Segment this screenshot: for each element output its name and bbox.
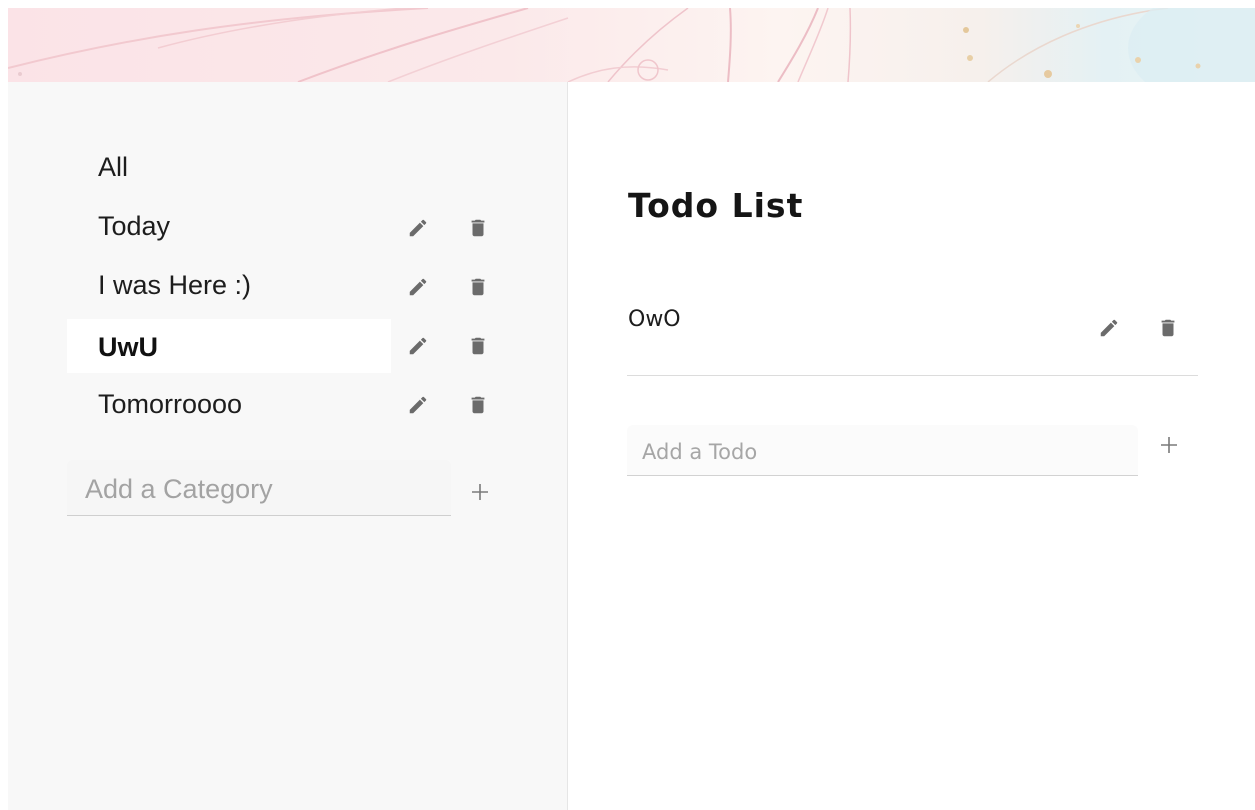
category-item-tomorroooo[interactable]: Tomorroooo xyxy=(67,376,391,430)
todo-text: OwO xyxy=(628,307,681,332)
floral-decoration-image xyxy=(8,8,1255,82)
delete-category-button[interactable] xyxy=(464,214,492,242)
delete-todo-button[interactable] xyxy=(1154,314,1182,342)
plus-icon xyxy=(1161,437,1177,453)
add-todo-field xyxy=(627,425,1138,476)
pencil-icon xyxy=(409,337,427,355)
delete-category-button[interactable] xyxy=(464,391,492,419)
add-category-field xyxy=(67,460,451,516)
delete-category-button[interactable] xyxy=(464,273,492,301)
trash-icon xyxy=(471,396,485,414)
category-label: Tomorroooo xyxy=(98,389,243,419)
edit-todo-button[interactable] xyxy=(1095,314,1123,342)
pencil-icon xyxy=(409,396,427,414)
delete-category-button[interactable] xyxy=(464,332,492,360)
todo-app: All Today I was Here :) UwU Tomorroooo A… xyxy=(0,0,1255,810)
plus-icon xyxy=(472,484,488,500)
pencil-icon xyxy=(409,219,427,237)
page-title: Todo List xyxy=(628,186,804,225)
edit-category-button[interactable] xyxy=(404,332,432,360)
category-label: UwU xyxy=(98,332,158,362)
category-label: I was Here :) xyxy=(98,270,252,300)
category-label: Today xyxy=(98,211,171,241)
trash-icon xyxy=(1161,319,1175,337)
category-item-i-was-here[interactable]: I was Here :) xyxy=(67,257,391,311)
category-item-all[interactable]: All xyxy=(67,139,391,193)
trash-icon xyxy=(471,337,485,355)
edit-category-button[interactable] xyxy=(404,273,432,301)
category-sidebar: All Today I was Here :) UwU Tomorroooo A… xyxy=(8,82,568,810)
pencil-icon xyxy=(1100,319,1118,337)
edit-category-button[interactable] xyxy=(404,214,432,242)
add-category-input[interactable] xyxy=(83,468,437,510)
todo-panel: Todo List OwO xyxy=(568,82,1255,810)
edit-category-button[interactable] xyxy=(404,391,432,419)
trash-icon xyxy=(471,219,485,237)
add-todo-input[interactable] xyxy=(640,434,1124,470)
category-item-uwu[interactable]: UwU xyxy=(67,319,391,373)
category-item-today[interactable]: Today xyxy=(67,198,391,252)
add-category-button[interactable] xyxy=(466,478,494,506)
category-label: All xyxy=(98,152,129,182)
trash-icon xyxy=(471,278,485,296)
add-todo-button[interactable] xyxy=(1155,431,1183,459)
header-banner xyxy=(8,8,1255,82)
pencil-icon xyxy=(409,278,427,296)
